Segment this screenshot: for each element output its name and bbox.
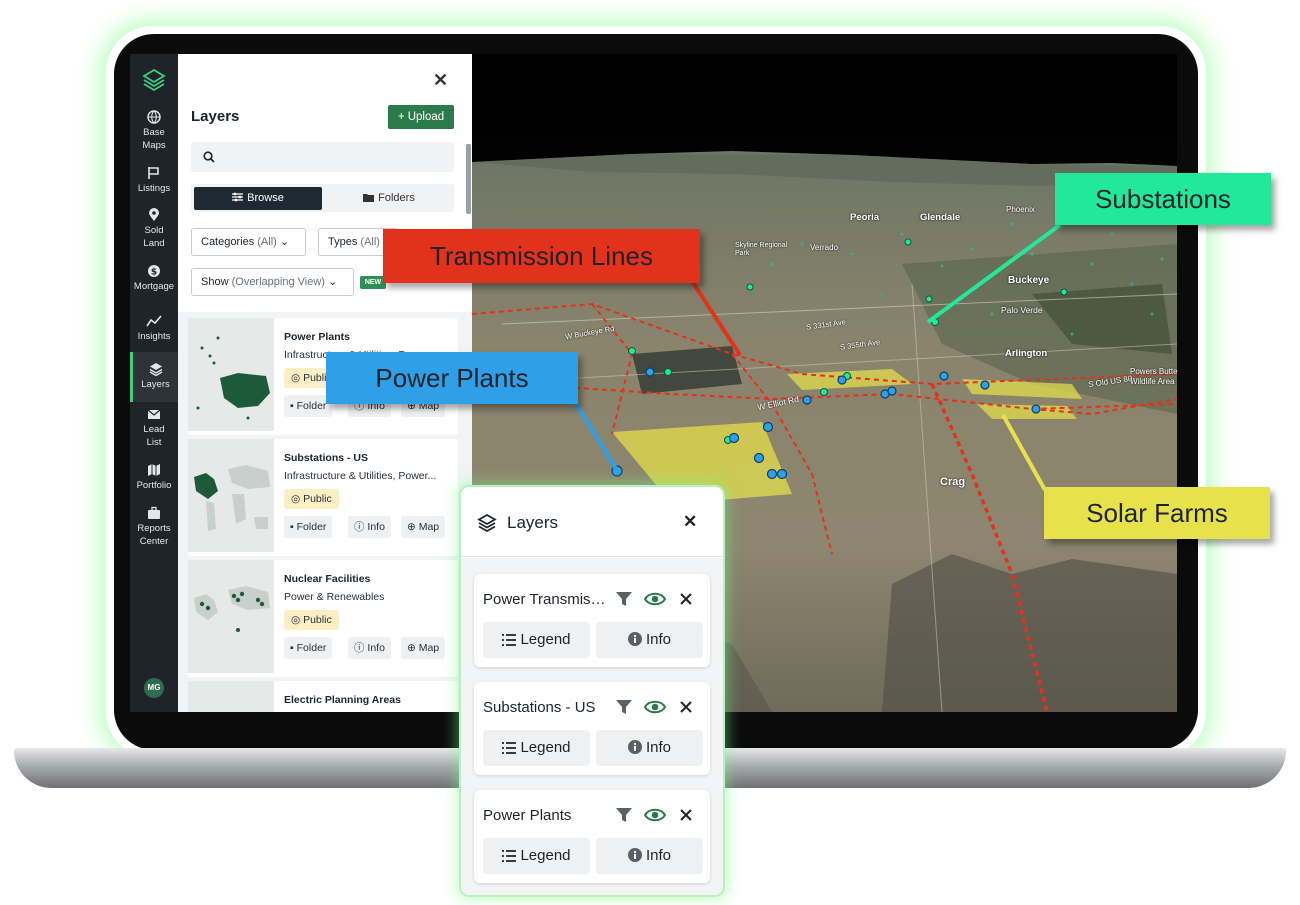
filter-icon[interactable] — [615, 806, 633, 824]
remove-icon[interactable] — [680, 809, 692, 821]
legend-button[interactable]: Legend — [483, 838, 590, 874]
info-icon — [627, 632, 642, 646]
active-layer-card: Power Plants Legend Info — [474, 790, 710, 883]
eye-icon[interactable] — [644, 698, 666, 716]
legend-button-label: Legend — [520, 847, 571, 864]
filter-icon[interactable] — [615, 698, 633, 716]
list-icon — [502, 742, 517, 754]
eye-icon[interactable] — [644, 806, 666, 824]
legend-button-label: Legend — [520, 631, 571, 648]
info-button-label: Info — [645, 847, 672, 864]
remove-icon[interactable] — [680, 701, 692, 713]
active-layers-list: Power Transmission Lines Legend Info Sub… — [461, 558, 723, 895]
active-layer-name: Power Plants — [483, 807, 572, 824]
legend-button-label: Legend — [520, 739, 571, 756]
remove-icon[interactable] — [680, 593, 692, 605]
list-icon — [502, 634, 517, 646]
active-layers-title: Layers — [507, 513, 559, 532]
legend-button[interactable]: Legend — [483, 730, 590, 766]
callout-power-plants: Power Plants — [326, 352, 578, 404]
info-button-label: Info — [645, 739, 672, 756]
info-button[interactable]: Info — [596, 730, 703, 766]
close-icon[interactable]: ✕ — [683, 512, 697, 532]
active-layer-name: Substations - US — [483, 699, 596, 716]
callout-transmission-lines: Transmission Lines — [383, 229, 700, 283]
info-button[interactable]: Info — [596, 838, 703, 874]
callout-solar-farms: Solar Farms — [1044, 487, 1270, 539]
active-layer-card: Substations - US Legend Info — [474, 682, 710, 775]
layers-icon — [477, 514, 497, 532]
active-layers-panel: Layers ✕ Power Transmission Lines Legend… — [459, 485, 725, 897]
info-icon — [627, 740, 642, 754]
list-icon — [502, 850, 517, 862]
active-layer-card: Power Transmission Lines Legend Info — [474, 574, 710, 667]
info-button-label: Info — [645, 631, 672, 648]
eye-icon[interactable] — [644, 590, 666, 608]
active-layer-name: Power Transmission Lines — [483, 591, 607, 608]
info-button[interactable]: Info — [596, 622, 703, 658]
filter-icon[interactable] — [615, 590, 633, 608]
legend-button[interactable]: Legend — [483, 622, 590, 658]
active-layers-header: Layers ✕ — [461, 487, 723, 557]
hero-illustration: Peoria Glendale Phoenix Buckeye Palo Ver… — [0, 0, 1300, 905]
callout-substations: Substations — [1055, 173, 1271, 225]
info-icon — [627, 848, 642, 862]
